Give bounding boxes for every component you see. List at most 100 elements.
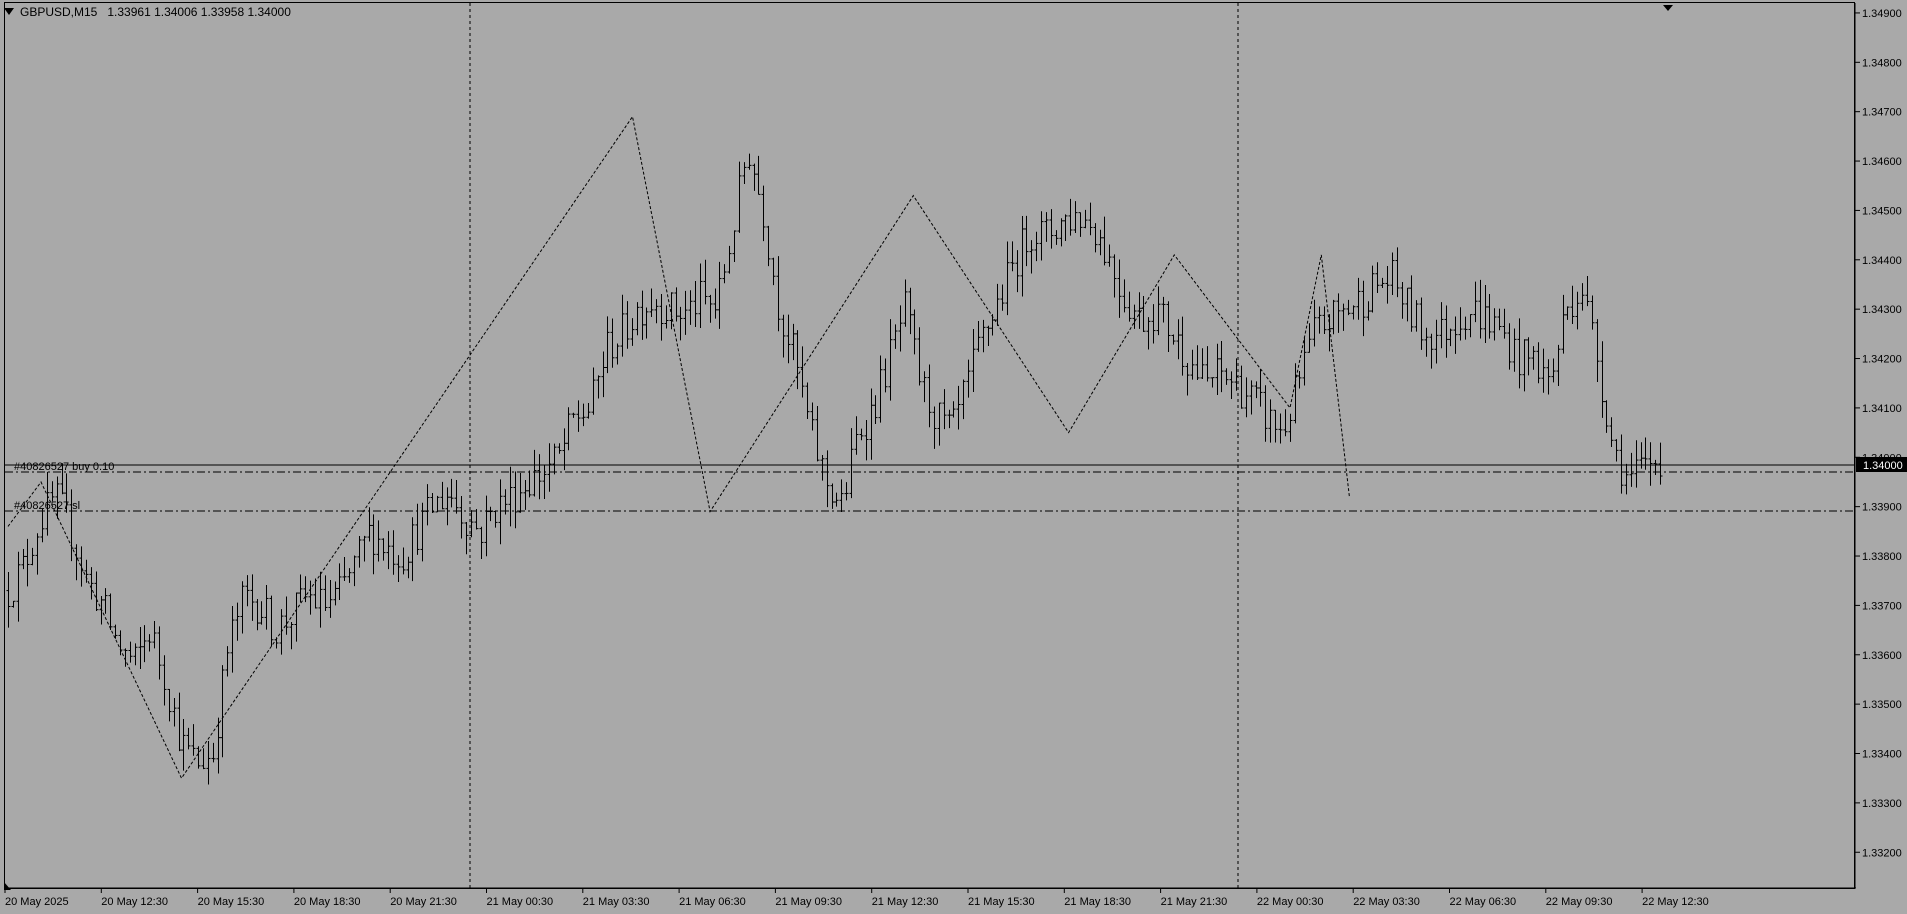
shift-marker-icon[interactable]	[1663, 5, 1673, 11]
price-tick-label: 1.33600	[1862, 650, 1902, 662]
ohlc-bar	[820, 454, 825, 481]
ohlc-bar	[839, 479, 844, 512]
ohlc-bar	[269, 595, 274, 647]
ohlc-bar	[917, 327, 922, 386]
ohlc-bar	[951, 401, 956, 418]
ohlc-bar	[1063, 214, 1068, 241]
ohlc-bar	[834, 492, 839, 507]
ohlc-bar	[698, 263, 703, 329]
ohlc-bar	[1409, 275, 1414, 332]
ohlc-bar	[644, 307, 649, 339]
ohlc-bar	[513, 471, 518, 529]
ohlc-bar	[220, 665, 225, 758]
symbol-timeframe: GBPUSD,M15	[20, 5, 98, 19]
time-tick-label: 20 May 18:30	[294, 896, 361, 908]
ohlc-bar	[625, 301, 630, 349]
time-tick-label: 22 May 03:30	[1353, 896, 1420, 908]
ohlc-bar	[337, 563, 342, 601]
ohlc-bar	[571, 412, 576, 418]
ohlc-bar	[298, 574, 303, 603]
price-tick-label: 1.34100	[1862, 403, 1902, 415]
ohlc-bar	[927, 364, 932, 428]
ohlc-bar	[630, 318, 635, 346]
ohlc-bar	[825, 450, 830, 508]
ohlc-bar	[1127, 291, 1132, 322]
price-chart[interactable]: #40826527 buy 0.10 #40826527 sl 1.349001…	[0, 0, 1907, 914]
ohlc-bar	[133, 643, 138, 666]
ohlc-bar	[1551, 358, 1556, 383]
ohlc-bar	[1414, 300, 1419, 332]
ohlc-bar	[849, 428, 854, 499]
ohlc-bar	[352, 555, 357, 587]
ohlc-bar	[1526, 337, 1531, 376]
ohlc-bar	[84, 559, 89, 583]
time-tick-label: 22 May 00:30	[1257, 896, 1324, 908]
ohlc-bar	[742, 162, 747, 185]
ohlc-bar	[1346, 299, 1351, 316]
ohlc-bar	[547, 443, 552, 492]
ohlc-bar	[1619, 434, 1624, 494]
ohlc-bar	[581, 403, 586, 427]
ohlc-bar	[1434, 319, 1439, 364]
ohlc-bar	[527, 470, 532, 498]
time-tick-label: 21 May 03:30	[583, 896, 650, 908]
ohlc-bar	[1322, 306, 1327, 335]
ohlc-bar	[703, 259, 708, 305]
time-tick-label: 20 May 2025	[5, 896, 69, 908]
ohlc-bar	[747, 153, 752, 170]
ohlc-bar	[1478, 279, 1483, 339]
ohlc-bar	[1020, 216, 1025, 297]
ohlc-bar	[1024, 215, 1029, 267]
time-tick-label: 22 May 12:30	[1642, 896, 1709, 908]
ohlc-bar	[294, 592, 299, 642]
ohlc-bar	[1141, 295, 1146, 332]
ohlc-bar	[459, 495, 464, 539]
ohlc-bar	[883, 358, 888, 393]
ohlc-bar	[1166, 301, 1171, 353]
chart-window[interactable]: #40826527 buy 0.10 #40826527 sl 1.34900 1…	[0, 0, 1907, 914]
price-tick-label: 1.34400	[1862, 255, 1902, 267]
ohlc-bar	[1122, 279, 1127, 313]
ohlc-bar	[766, 225, 771, 267]
ohlc-bar	[1468, 314, 1473, 338]
ohlc-bar	[557, 443, 562, 454]
ohlc-bar	[1341, 303, 1346, 331]
ohlc-bar	[376, 520, 381, 562]
ohlc-bar	[1351, 305, 1356, 320]
ohlc-bar	[250, 574, 255, 621]
price-axis[interactable]: 1.34900 1.34800 1.34700 1.34600 1.34500 1.344…	[1855, 8, 1902, 859]
time-tick-label: 21 May 12:30	[872, 896, 939, 908]
ohlc-bar	[386, 531, 391, 570]
price-tick-label: 1.33700	[1862, 600, 1902, 612]
ohlc-bar	[381, 538, 386, 561]
ohlc-bar	[649, 288, 654, 318]
ohlc-bar	[937, 402, 942, 446]
ohlc-bar	[1395, 247, 1400, 298]
ohlc-bar	[177, 692, 182, 752]
ohlc-bar	[562, 428, 567, 471]
ohlc-bar	[1273, 409, 1278, 443]
ohlc-bar	[474, 509, 479, 530]
ohlc-bar	[94, 571, 99, 611]
ohlc-bar	[523, 480, 528, 510]
ohlc-bar	[873, 395, 878, 425]
price-tick-label: 1.33500	[1862, 699, 1902, 711]
ohlc-bar	[1405, 287, 1410, 322]
ohlc-bar	[430, 492, 435, 514]
ohlc-bar	[1429, 333, 1434, 369]
ohlc-bar	[396, 555, 401, 583]
ohlc-bar	[410, 517, 415, 582]
ohlc-bar	[912, 309, 917, 355]
ohlc-bar	[552, 443, 557, 475]
ohlc-bar	[79, 546, 84, 587]
ohlc-bar	[1249, 380, 1254, 415]
ohlc-bar	[508, 466, 513, 527]
ohlc-bar	[142, 625, 147, 663]
time-axis[interactable]: 20 May 2025 20 May 12:30 20 May 15:30 20 Ma…	[4, 888, 1709, 908]
ohlc-bar	[1000, 284, 1005, 311]
ohlc-bar	[1059, 218, 1064, 247]
chart-menu-triangle-icon[interactable]	[4, 8, 14, 15]
ohlc-bar	[1180, 316, 1185, 376]
ohlc-bar	[1653, 459, 1658, 475]
ohlc-bar	[1088, 202, 1093, 236]
